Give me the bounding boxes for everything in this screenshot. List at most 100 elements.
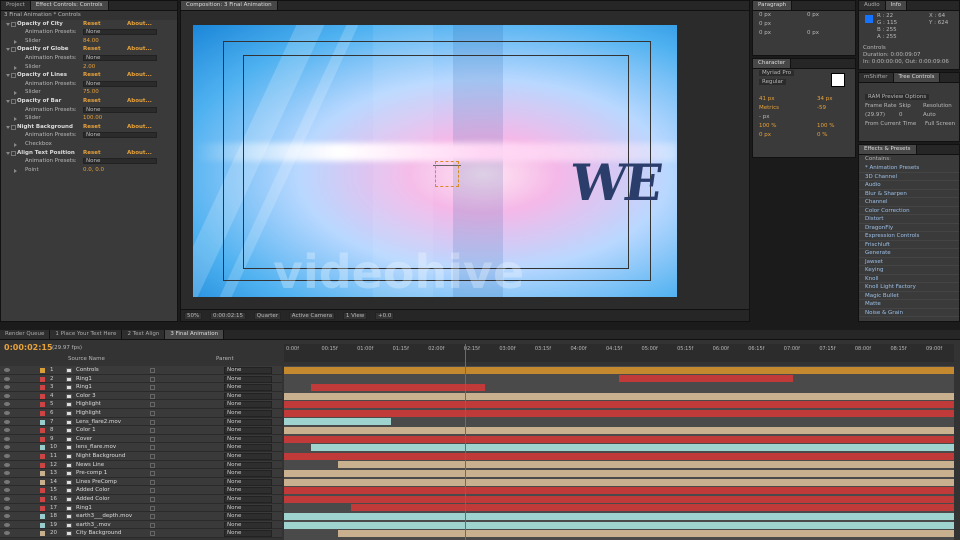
label-color-chip[interactable] bbox=[40, 445, 45, 451]
effects-category[interactable]: Magic Bullet bbox=[859, 292, 959, 300]
effects-category[interactable]: Keying bbox=[859, 266, 959, 275]
layer-name[interactable]: Ring1 bbox=[76, 504, 92, 513]
label-color-chip[interactable] bbox=[40, 505, 45, 511]
reset-link[interactable]: Reset bbox=[83, 97, 101, 106]
eye-icon[interactable] bbox=[4, 411, 10, 415]
parent-select[interactable]: None bbox=[224, 410, 272, 417]
twirl-icon[interactable] bbox=[14, 65, 17, 70]
switch-icon[interactable] bbox=[150, 436, 155, 442]
layer-name[interactable]: earth3_.mov bbox=[76, 521, 111, 530]
eye-icon[interactable] bbox=[4, 479, 10, 484]
layer-bar[interactable] bbox=[337, 461, 954, 469]
tsume[interactable]: 0 % bbox=[817, 131, 827, 140]
label-color-chip[interactable] bbox=[40, 497, 45, 502]
twirl-icon[interactable] bbox=[14, 117, 17, 122]
eye-icon[interactable] bbox=[4, 419, 10, 424]
layer-bar[interactable] bbox=[351, 504, 954, 512]
layer-row[interactable]: 20 City Background None bbox=[0, 529, 282, 538]
about-link[interactable]: About... bbox=[127, 123, 152, 132]
tab-info[interactable]: Info bbox=[885, 1, 908, 10]
eye-icon[interactable] bbox=[4, 531, 10, 536]
layer-row[interactable]: 6 Highlight None bbox=[0, 409, 282, 418]
layer-row[interactable]: 11 Night Background None bbox=[0, 452, 282, 461]
frame-rate-select[interactable]: (29.97) bbox=[865, 112, 885, 118]
tab-effect-controls[interactable]: Effect Controls: Controls bbox=[30, 1, 109, 10]
tab-composition[interactable]: Composition: 3 Final Animation bbox=[181, 1, 278, 10]
fx-toggle-icon[interactable] bbox=[11, 150, 16, 156]
effects-category[interactable]: 3D Channel bbox=[859, 173, 959, 181]
tab-tree-controls[interactable]: Tree Controls bbox=[893, 73, 941, 82]
parent-select[interactable]: None bbox=[224, 496, 272, 503]
about-link[interactable]: About... bbox=[127, 45, 152, 54]
anchor-box[interactable] bbox=[435, 161, 459, 187]
fx-toggle-icon[interactable] bbox=[11, 124, 16, 130]
tab-project[interactable]: Project bbox=[1, 1, 31, 10]
vertical-scale[interactable]: 100 % bbox=[759, 123, 776, 129]
layer-name[interactable]: Pre-comp 1 bbox=[76, 469, 107, 478]
timeline-tab[interactable]: 1 Place Your Text Here bbox=[50, 330, 123, 339]
layer-name[interactable]: Ring1 bbox=[76, 375, 92, 384]
reset-link[interactable]: Reset bbox=[83, 71, 101, 80]
label-color-chip[interactable] bbox=[40, 488, 45, 494]
label-color-chip[interactable] bbox=[40, 462, 45, 468]
effects-category[interactable]: Audio bbox=[859, 181, 959, 190]
view-select[interactable]: 1 View bbox=[342, 311, 368, 320]
eye-icon[interactable] bbox=[4, 376, 10, 381]
effects-category[interactable]: Blur & Sharpen bbox=[859, 190, 959, 198]
switch-icon[interactable] bbox=[150, 411, 155, 416]
layer-bar[interactable] bbox=[284, 435, 954, 443]
eye-icon[interactable] bbox=[4, 514, 10, 519]
label-color-chip[interactable] bbox=[40, 454, 45, 459]
effects-category[interactable]: Expression Controls bbox=[859, 232, 959, 241]
label-color-chip[interactable] bbox=[40, 419, 45, 425]
reset-link[interactable]: Reset bbox=[83, 123, 101, 132]
layer-row[interactable]: 5 Highlight None bbox=[0, 400, 282, 409]
fx-toggle-icon[interactable] bbox=[11, 47, 16, 53]
param-value[interactable]: 2.00 bbox=[83, 63, 95, 72]
layer-name[interactable]: City Background bbox=[76, 529, 121, 538]
parent-select[interactable]: None bbox=[224, 478, 272, 486]
layer-name[interactable]: earth3___depth.mov bbox=[76, 512, 132, 521]
layer-name[interactable]: Added Color bbox=[76, 486, 110, 495]
layer-bar[interactable] bbox=[284, 487, 954, 495]
para-space-before[interactable]: 0 px bbox=[759, 30, 771, 36]
parent-select[interactable]: None bbox=[224, 384, 272, 392]
layer-name[interactable]: News Line bbox=[76, 461, 104, 470]
parent-select[interactable]: None bbox=[224, 367, 272, 374]
label-color-chip[interactable] bbox=[40, 531, 45, 537]
layer-bar[interactable] bbox=[284, 427, 954, 434]
effects-category[interactable]: Generate bbox=[859, 249, 959, 258]
layer-name[interactable]: Ring1 bbox=[76, 383, 92, 392]
font-family-select[interactable]: Myriad Pro bbox=[759, 70, 795, 76]
eye-icon[interactable] bbox=[4, 454, 10, 458]
current-time[interactable]: 0:00:02:15 bbox=[209, 311, 247, 320]
layer-name[interactable]: Highlight bbox=[76, 400, 101, 409]
resolution-select[interactable]: Quarter bbox=[253, 311, 282, 320]
layer-row[interactable]: 15 Added Color None bbox=[0, 486, 282, 495]
parent-select[interactable]: None bbox=[224, 504, 272, 512]
layer-bar[interactable] bbox=[284, 521, 954, 529]
eye-icon[interactable] bbox=[4, 488, 10, 493]
eye-icon[interactable] bbox=[4, 522, 10, 527]
layer-bar[interactable] bbox=[284, 392, 954, 400]
leading[interactable]: 34 px bbox=[817, 95, 833, 104]
switch-icon[interactable] bbox=[150, 488, 155, 494]
baseline-shift[interactable]: 0 px bbox=[759, 132, 771, 138]
layer-name[interactable]: Color 1 bbox=[76, 426, 96, 435]
eye-icon[interactable] bbox=[4, 445, 10, 450]
switch-icon[interactable] bbox=[150, 522, 155, 528]
kerning[interactable]: Metrics bbox=[759, 105, 779, 111]
layer-name[interactable]: Cover bbox=[76, 435, 92, 444]
eye-icon[interactable] bbox=[4, 368, 10, 372]
parent-select[interactable]: None bbox=[224, 444, 272, 452]
timeline-current-time[interactable]: 0:00:02:15 bbox=[4, 343, 53, 352]
switch-icon[interactable] bbox=[150, 531, 155, 537]
layer-name[interactable]: Added Color bbox=[76, 495, 110, 504]
layer-row[interactable]: 13 Pre-comp 1 None bbox=[0, 469, 282, 478]
param-value[interactable]: 84.00 bbox=[83, 37, 99, 46]
param-value[interactable]: 100.00 bbox=[83, 114, 102, 123]
layer-row[interactable]: 4 Color 3 None bbox=[0, 391, 282, 401]
label-color-chip[interactable] bbox=[40, 368, 45, 373]
switch-icon[interactable] bbox=[150, 497, 155, 502]
layer-bar[interactable] bbox=[337, 530, 954, 538]
